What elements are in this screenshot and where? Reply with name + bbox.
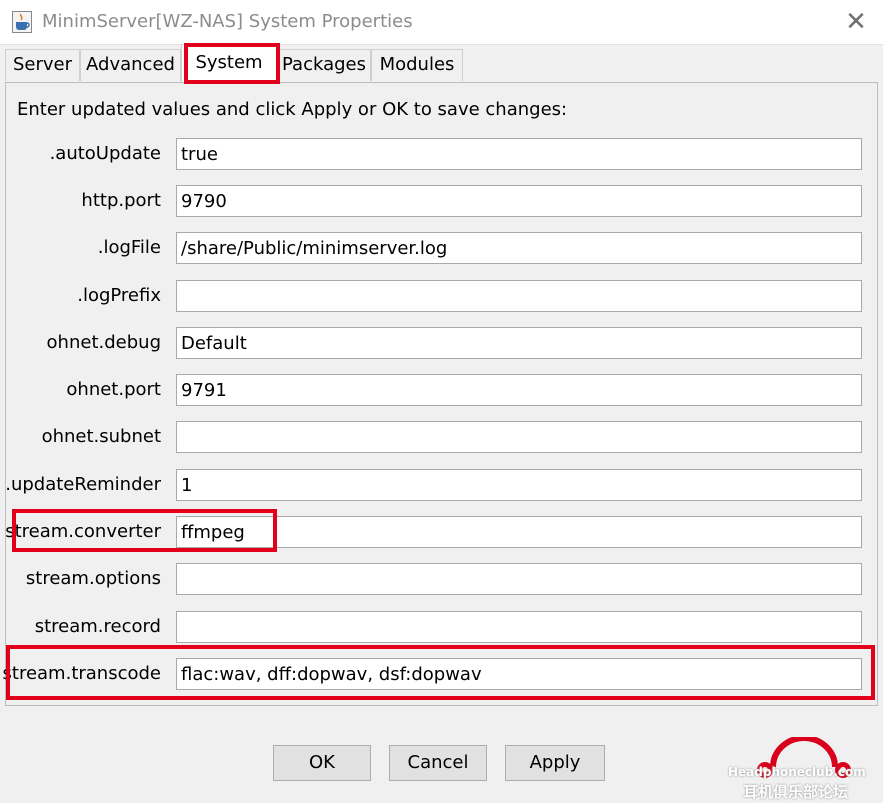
java-cup-icon <box>12 11 32 33</box>
instructions-text: Enter updated values and click Apply or … <box>17 99 568 120</box>
stream-converter-highlight-annotation <box>12 509 277 552</box>
tab-highlight-annotation <box>184 43 280 84</box>
http-port-field[interactable] <box>176 185 862 217</box>
tab-strip: Server Advanced System Packages Modules <box>0 44 883 82</box>
watermark-text-en: Headphoneclub.com <box>728 765 866 779</box>
label-autoupdate: .autoUpdate <box>49 143 161 164</box>
close-button[interactable]: ✕ <box>839 5 873 39</box>
ohnet-debug-field[interactable] <box>176 327 862 359</box>
logfile-field[interactable] <box>176 232 862 264</box>
tab-server[interactable]: Server <box>5 49 80 81</box>
label-ohnet-debug: ohnet.debug <box>46 332 161 353</box>
headphoneclub-watermark: Headphoneclub.com 耳机俱乐部论坛 <box>725 737 883 803</box>
label-http-port: http.port <box>81 190 161 211</box>
stream-record-field[interactable] <box>176 611 862 643</box>
window-title: MinimServer[WZ-NAS] System Properties <box>42 11 413 32</box>
tab-packages[interactable]: Packages <box>277 49 371 81</box>
ok-button[interactable]: OK <box>273 745 371 781</box>
ohnet-subnet-field[interactable] <box>176 421 862 453</box>
watermark-text-cn: 耳机俱乐部论坛 <box>743 783 849 801</box>
label-update-reminder: .updateReminder <box>5 474 161 495</box>
apply-button[interactable]: Apply <box>505 745 605 781</box>
label-ohnet-port: ohnet.port <box>66 379 161 400</box>
label-stream-options: stream.options <box>25 568 161 589</box>
tab-advanced[interactable]: Advanced <box>80 49 181 81</box>
ohnet-port-field[interactable] <box>176 374 862 406</box>
title-bar: MinimServer[WZ-NAS] System Properties ✕ <box>0 0 883 45</box>
tab-modules[interactable]: Modules <box>371 49 463 81</box>
update-reminder-field[interactable] <box>176 469 862 501</box>
close-icon: ✕ <box>845 7 867 37</box>
cancel-button[interactable]: Cancel <box>389 745 487 781</box>
label-logfile: .logFile <box>97 237 161 258</box>
label-stream-record: stream.record <box>34 616 161 637</box>
stream-converter-field[interactable] <box>176 516 862 548</box>
stream-transcode-highlight-annotation <box>6 645 875 700</box>
label-ohnet-subnet: ohnet.subnet <box>41 426 161 447</box>
label-logprefix: .logPrefix <box>77 285 161 306</box>
autoupdate-field[interactable] <box>176 138 862 170</box>
logprefix-field[interactable] <box>176 280 862 312</box>
stream-options-field[interactable] <box>176 563 862 595</box>
